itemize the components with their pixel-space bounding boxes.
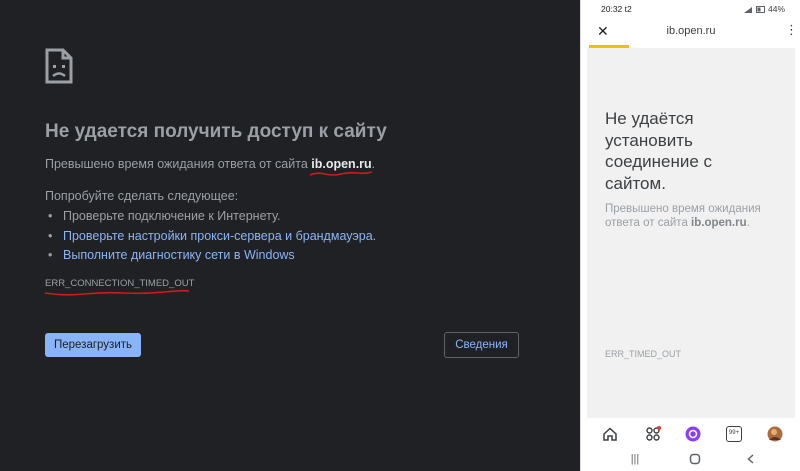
status-indicators: 44% bbox=[743, 4, 785, 14]
carrier-label: t2 bbox=[624, 4, 632, 14]
mobile-error-code: ERR_TIMED_OUT bbox=[605, 349, 682, 359]
error-subtitle: Превышено время ожидания ответа от сайта… bbox=[45, 157, 376, 176]
assistant-icon[interactable] bbox=[685, 426, 701, 442]
error-host: ib.open.ru bbox=[311, 157, 372, 171]
error-title: Не удается получить доступ к сайту bbox=[45, 121, 387, 142]
apps-icon[interactable] bbox=[645, 426, 661, 442]
mobile-error-subtitle: Превышено время ожидания ответа от сайта… bbox=[605, 203, 761, 229]
details-button[interactable]: Сведения bbox=[444, 332, 519, 358]
profile-avatar-icon[interactable] bbox=[767, 426, 783, 442]
reload-button[interactable]: Перезагрузить bbox=[45, 333, 141, 357]
host-highlight: ib.open.ru bbox=[309, 157, 373, 176]
suggestion-check-connection: Проверьте подключение к Интернету. bbox=[48, 207, 376, 227]
suggestion-check-proxy-link[interactable]: Проверьте настройки прокси-сервера и бра… bbox=[48, 227, 376, 247]
home-circle-icon[interactable] bbox=[689, 453, 701, 465]
status-time: 20:32 t2 bbox=[601, 4, 632, 14]
error-subtitle-prefix: Превышено время ожидания ответа от сайта bbox=[45, 157, 312, 171]
recent-apps-icon[interactable]: ||| bbox=[629, 453, 641, 465]
mobile-error-content: Не удаётся установить соединение с сайто… bbox=[587, 48, 795, 418]
desktop-error-page: Не удается получить доступ к сайту Превы… bbox=[0, 0, 580, 471]
tabs-icon[interactable]: 99+ bbox=[726, 426, 742, 442]
battery-level: 44% bbox=[767, 4, 785, 14]
back-icon[interactable] bbox=[745, 453, 757, 465]
try-label: Попробуйте сделать следующее: bbox=[45, 189, 239, 203]
system-navigation-bar: ||| bbox=[581, 448, 800, 471]
home-icon[interactable] bbox=[602, 426, 618, 442]
mobile-error-host: ib.open.ru bbox=[691, 216, 747, 229]
sad-document-icon bbox=[45, 48, 73, 84]
more-menu-icon[interactable]: ⋮ bbox=[785, 23, 798, 36]
status-bar: 20:32 t2 44% bbox=[581, 0, 800, 17]
signal-icon bbox=[744, 6, 753, 13]
url-display[interactable]: ib.open.ru bbox=[581, 25, 800, 37]
battery-icon bbox=[755, 6, 765, 14]
host-red-underline bbox=[309, 171, 373, 176]
error-code-red-underline bbox=[44, 289, 190, 296]
error-subtitle-suffix: . bbox=[371, 157, 376, 171]
mobile-browser: 20:32 t2 44% ✕ ib.open.ru ⋮ Не удаётся у… bbox=[580, 0, 800, 471]
suggestion-list: Проверьте подключение к Интернету. Прове… bbox=[48, 207, 376, 266]
suggestion-run-diagnostics-link[interactable]: Выполните диагностику сети в Windows bbox=[48, 246, 376, 266]
error-code: ERR_CONNECTION_TIMED_OUT bbox=[45, 278, 195, 289]
bottom-navigation: 99+ bbox=[581, 420, 800, 448]
mobile-error-title: Не удаётся установить соединение с сайто… bbox=[605, 109, 713, 193]
address-bar: ✕ ib.open.ru ⋮ bbox=[581, 17, 800, 45]
